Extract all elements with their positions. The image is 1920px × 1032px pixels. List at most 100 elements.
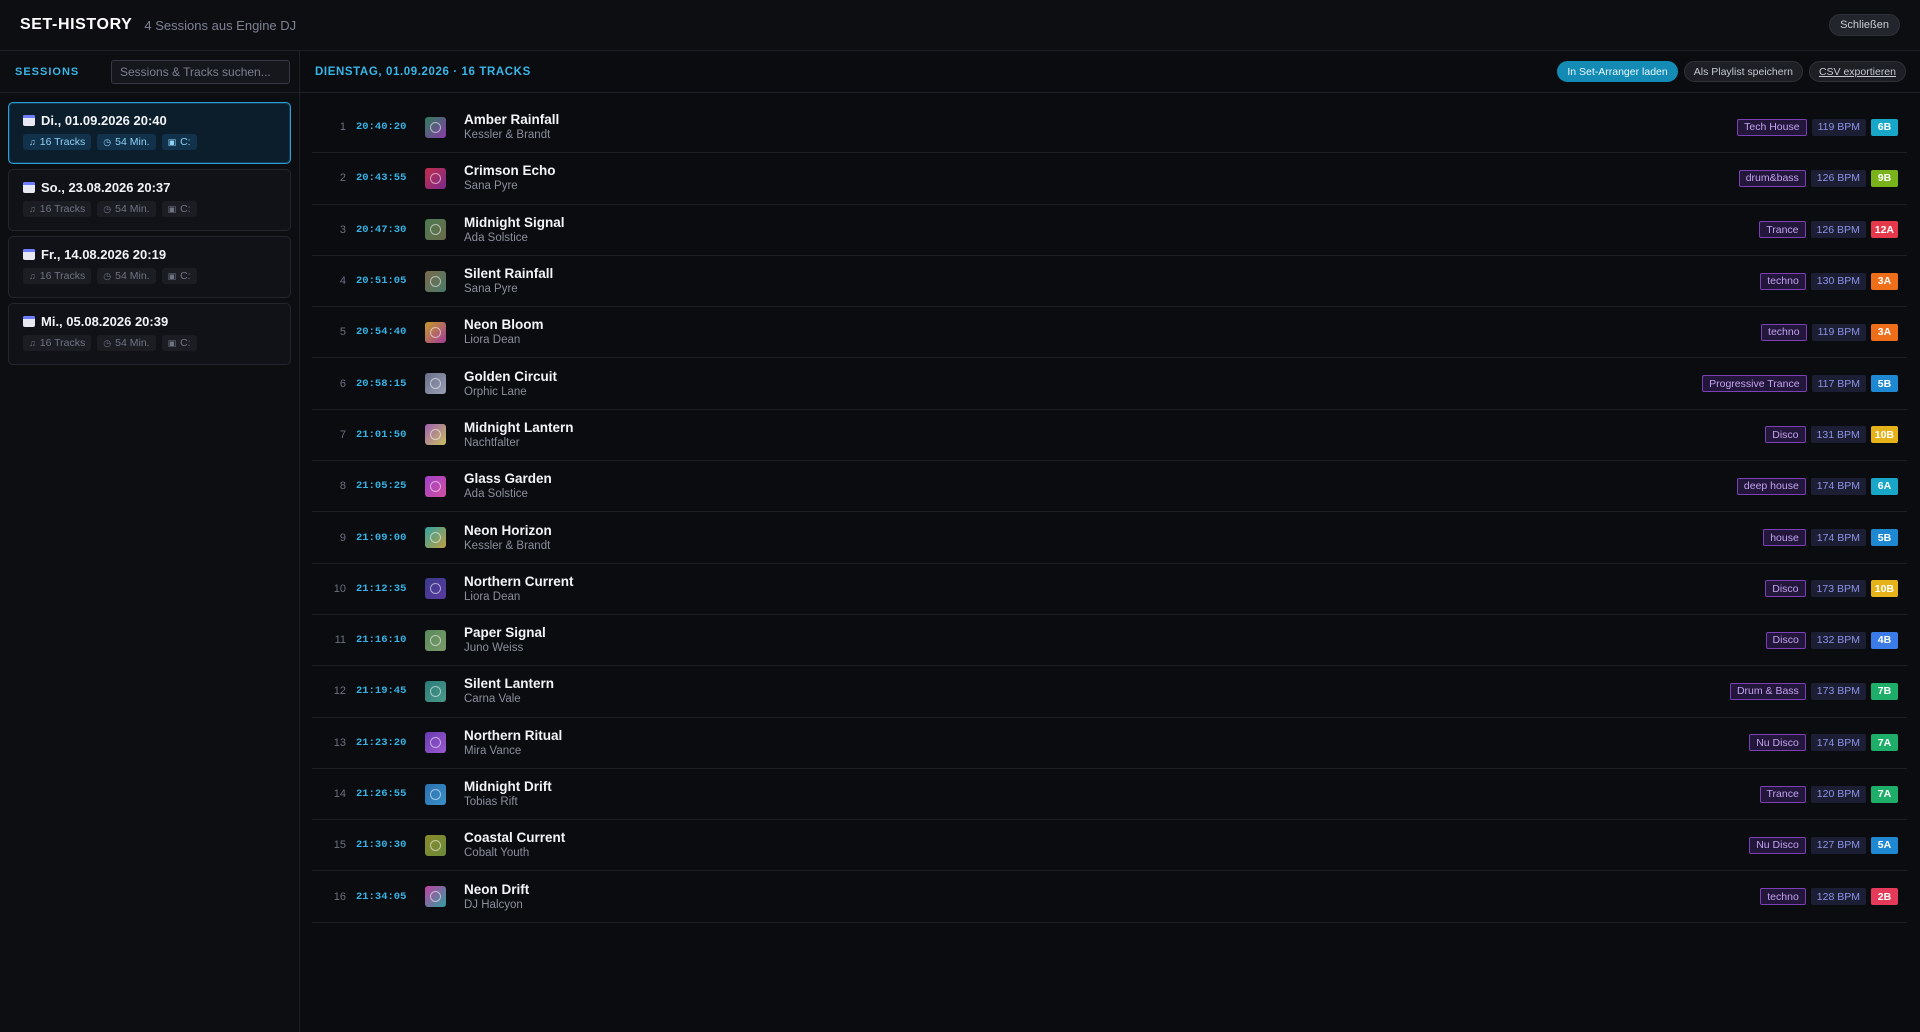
track-row[interactable]: 12 21:19:45 Silent Lantern Carna Vale Dr… (312, 666, 1907, 718)
track-title: Amber Rainfall (464, 112, 560, 128)
action-bar: In Set-Arranger laden Als Playlist speic… (1557, 61, 1906, 82)
key-badge: 5B (1871, 529, 1898, 547)
drive-chip: ▣ C: (161, 201, 197, 217)
session-item[interactable]: Fr., 14.08.2026 20:19 ♫ 16 Tracks ◷ 54 Min… (8, 236, 291, 298)
track-tags: Nu Disco 174 BPM 7A (1749, 734, 1898, 752)
track-row[interactable]: 4 20:51:05 Silent Rainfall Sana Pyre tec… (312, 256, 1907, 308)
clock-icon: ◷ (103, 270, 112, 281)
session-meta: ♫ 16 Tracks ◷ 54 Min. ▣ C: (23, 134, 278, 150)
track-row[interactable]: 10 21:12:35 Northern Current Liora Dean … (312, 564, 1907, 615)
track-row[interactable]: 9 21:09:00 Neon Horizon Kessler & Brandt… (312, 512, 1907, 564)
track-row[interactable]: 13 21:23:20 Northern Ritual Mira Vance N… (312, 718, 1907, 769)
track-count: 16 Tracks (39, 136, 86, 148)
genre-badge: Drum & Bass (1729, 682, 1806, 700)
track-count: 16 Tracks (39, 337, 86, 349)
duration: 54 Min. (115, 203, 150, 215)
track-info: Neon Bloom Liora Dean (464, 316, 544, 348)
track-artist: Liora Dean (464, 334, 521, 347)
track-row[interactable]: 11 21:16:10 Paper Signal Juno Weiss Disc… (312, 615, 1907, 667)
track-count: 16 Tracks (39, 203, 86, 215)
session-title: So., 23.08.2026 20:37 (41, 180, 171, 195)
close-button[interactable]: Schließen (1829, 14, 1900, 36)
cover-art-icon (425, 321, 446, 343)
bpm-badge: 130 BPM (1810, 272, 1866, 290)
track-count-chip: ♫ 16 Tracks (23, 134, 92, 150)
disc-icon (430, 172, 441, 184)
track-tags: Progressive Trance 117 BPM 5B (1702, 375, 1898, 393)
track-title: Midnight Lantern (464, 419, 574, 435)
track-tags: Trance 126 BPM 12A (1759, 221, 1898, 239)
track-info: Midnight Lantern Nachtfalter (464, 419, 573, 451)
session-item[interactable]: So., 23.08.2026 20:37 ♫ 16 Tracks ◷ 54 Min… (8, 169, 291, 231)
genre-badge: house (1763, 529, 1806, 547)
session-title-row: Mi., 05.08.2026 20:39 (23, 314, 278, 329)
genre-badge: Nu Disco (1749, 734, 1806, 752)
disc-icon (430, 429, 441, 441)
bpm-badge: 117 BPM (1811, 375, 1866, 393)
search-input[interactable] (111, 59, 290, 84)
disc-icon (430, 737, 441, 749)
track-row[interactable]: 7 21:01:50 Midnight Lantern Nachtfalter … (312, 410, 1907, 462)
top-bar: SET-HISTORY 4 Sessions aus Engine DJ Sch… (0, 0, 1920, 51)
track-time: 21:05:25 (356, 480, 407, 493)
track-tags: techno 119 BPM 3A (1761, 323, 1898, 341)
duration-chip: ◷ 54 Min. (97, 268, 156, 284)
sessions-sidebar: SESSIONS Di., 01.09.2026 20:40 ♫16 Track… (0, 51, 300, 1032)
track-title: Northern Current (464, 573, 574, 589)
cover-art-icon (425, 578, 446, 600)
track-artist: Ada Solstice (464, 231, 528, 244)
session-item[interactable]: Mi., 05.08.2026 20:39 ♫ 16 Tracks ◷ 54 Min… (8, 303, 291, 365)
cover-art-icon (425, 475, 446, 497)
track-time: 21:09:00 (356, 531, 407, 544)
track-info: Paper Signal Juno Weiss (464, 624, 546, 656)
track-row[interactable]: 2 20:43:55 Crimson Echo Sana Pyre drum&b… (312, 153, 1907, 205)
cover-art-icon (425, 527, 446, 549)
track-time: 20:54:40 (356, 326, 407, 339)
detail-title: DIENSTAG, 01.09.2026 · 16 TRACKS (315, 65, 531, 78)
cover-art-icon (425, 424, 446, 446)
cover-art-icon (425, 783, 446, 805)
disk-icon: ▣ (167, 136, 177, 147)
cover-art-icon (425, 886, 446, 908)
export-csv-button[interactable]: CSV exportieren (1808, 61, 1906, 82)
genre-badge: Nu Disco (1749, 836, 1806, 854)
track-title: Northern Ritual (464, 727, 563, 743)
track-artist: Liora Dean (464, 590, 521, 603)
track-list: 1 20:40:20 Amber Rainfall Kessler & Bran… (300, 93, 1920, 923)
track-row[interactable]: 14 21:26:55 Midnight Drift Tobias Rift T… (312, 769, 1907, 821)
track-tags: Drum & Bass 173 BPM 7B (1729, 682, 1898, 700)
save-playlist-button[interactable]: Als Playlist speichern (1683, 61, 1803, 82)
load-set-arranger-button[interactable]: In Set-Arranger laden (1557, 61, 1678, 82)
music-note-icon: ♫ (29, 203, 36, 214)
track-tags: drum&bass 126 BPM 9B (1738, 169, 1898, 187)
session-meta: ♫ 16 Tracks ◷ 54 Min. ▣ C: (23, 268, 278, 284)
genre-badge: techno (1760, 888, 1806, 906)
session-item[interactable]: Di., 01.09.2026 20:40 ♫ 16 Tracks ◷ 54 Min… (8, 102, 291, 164)
track-row[interactable]: 16 21:34:05 Neon Drift DJ Halcyon techno… (312, 871, 1907, 923)
track-title: Neon Bloom (464, 317, 544, 333)
key-badge: 5B (1871, 375, 1898, 393)
genre-badge: Disco (1765, 580, 1806, 598)
track-row[interactable]: 15 21:30:30 Coastal Current Cobalt Youth… (312, 820, 1907, 872)
track-row[interactable]: 1 20:40:20 Amber Rainfall Kessler & Bran… (312, 102, 1907, 154)
track-time: 21:26:55 (356, 788, 407, 800)
cover-art-icon (425, 732, 446, 754)
track-row[interactable]: 3 20:47:30 Midnight Signal Ada Solstice … (312, 205, 1907, 256)
music-note-icon: ♫ (29, 337, 36, 348)
track-info: Northern Current Liora Dean (464, 573, 574, 605)
disc-icon (430, 275, 441, 287)
key-badge: 6A (1871, 477, 1898, 495)
track-row[interactable]: 8 21:05:25 Glass Garden Ada Solstice dee… (312, 461, 1907, 513)
track-row[interactable]: 5 20:54:40 Neon Bloom Liora Dean techno … (312, 307, 1907, 359)
track-artist: Ada Solstice (464, 488, 528, 501)
track-time: 20:47:30 (356, 223, 407, 236)
track-title: Golden Circuit (464, 368, 558, 384)
genre-badge: techno (1760, 272, 1806, 290)
bpm-badge: 132 BPM (1810, 631, 1866, 649)
track-row[interactable]: 6 20:58:15 Golden Circuit Orphic Lane Pr… (312, 358, 1907, 410)
session-title-row: Fr., 14.08.2026 20:19 (23, 247, 278, 262)
track-title: Coastal Current (464, 830, 566, 846)
track-artist: Juno Weiss (464, 642, 524, 655)
track-artist: Tobias Rift (464, 796, 518, 808)
track-info: Midnight Drift Tobias Rift (464, 778, 552, 810)
